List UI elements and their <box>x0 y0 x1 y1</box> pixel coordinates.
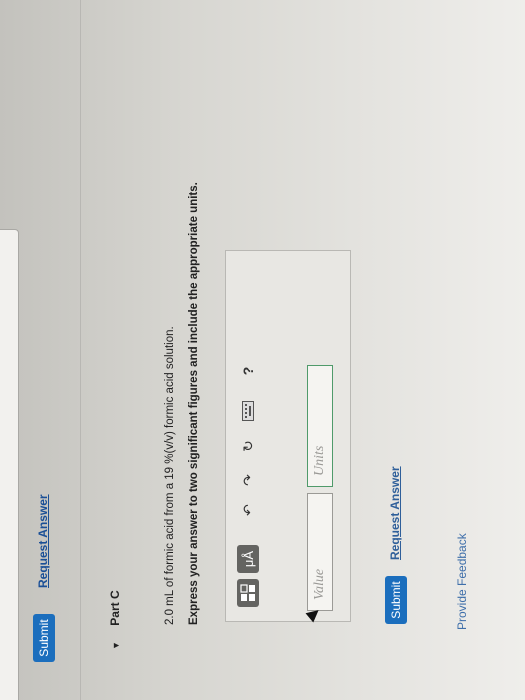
part-c-request-answer-link[interactable]: Request Answer <box>388 466 402 560</box>
value-input[interactable]: Value <box>307 493 333 611</box>
help-button[interactable]: ? <box>237 361 259 381</box>
instruction-text: Express your answer to two significant f… <box>188 182 200 625</box>
rotated-page: Submit Request Answer ▼ Part C 2.0 mL of… <box>0 0 525 700</box>
collapse-triangle-icon[interactable]: ▼ <box>111 641 121 650</box>
provide-feedback-link[interactable]: Provide Feedback <box>455 533 469 630</box>
previous-submit-button[interactable]: Submit <box>33 614 55 662</box>
redo-icon[interactable]: ↷ <box>237 469 259 491</box>
fraction-template-icon[interactable] <box>237 579 259 607</box>
question-text: 2.0 mL of formic acid from a 19 %(v/v) f… <box>164 326 176 625</box>
part-c-header[interactable]: ▼ Part C <box>108 590 122 650</box>
keyboard-icon[interactable] <box>237 399 259 423</box>
part-c-title: Part C <box>108 590 122 626</box>
reset-icon[interactable]: ↻ <box>237 435 259 457</box>
answer-input-box: μÅ ↶ ↷ ↻ ? Value Units <box>225 250 351 622</box>
undo-icon[interactable]: ↶ <box>237 499 259 521</box>
part-c-submit-button[interactable]: Submit <box>385 576 407 624</box>
units-button[interactable]: μÅ <box>237 545 259 573</box>
previous-request-answer-link[interactable]: Request Answer <box>36 494 50 588</box>
previous-answer-panel <box>0 229 19 700</box>
units-input[interactable]: Units <box>307 365 333 487</box>
section-divider <box>80 0 81 700</box>
